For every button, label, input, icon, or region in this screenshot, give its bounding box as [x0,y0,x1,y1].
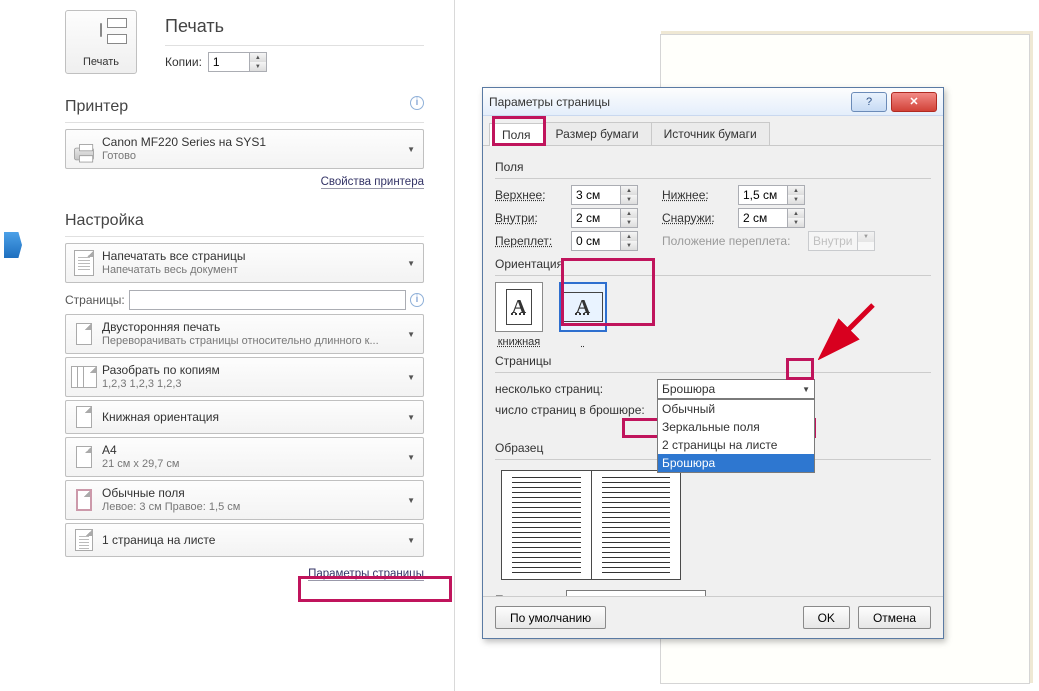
margins-icon [70,486,98,514]
chevron-down-icon: ▼ [403,330,419,339]
top-margin-label: Верхнее: [495,188,565,202]
multi-opt-booklet[interactable]: Брошюра [658,454,814,472]
bottom-margin-label: Нижнее: [662,188,732,202]
duplex-icon [70,320,98,348]
ok-button[interactable]: OK [803,606,850,629]
group-pages: Страницы [495,354,931,368]
backstage-bookmark [4,232,22,258]
tab-paper-size[interactable]: Размер бумаги [543,122,652,145]
multi-opt-normal[interactable]: Обычный [658,400,814,418]
printer-status-icon [70,135,98,163]
printer-info-icon[interactable]: i [410,96,424,110]
duplex-select[interactable]: Двусторонняя печать Переворачивать стран… [65,314,424,354]
collate-select[interactable]: Разобрать по копиям 1,2,3 1,2,3 1,2,3 ▼ [65,357,424,397]
multi-opt-mirror[interactable]: Зеркальные поля [658,418,814,436]
pages-label: Страницы: [65,293,125,307]
multi-pages-value: Брошюра [662,382,715,396]
chevron-down-icon: ▼ [403,373,419,382]
printer-name: Canon MF220 Series на SYS1 [102,135,403,149]
paper-icon [70,443,98,471]
multi-opt-two-per[interactable]: 2 страницы на листе [658,436,814,454]
chevron-down-icon: ▼ [403,413,419,422]
orientation-select[interactable]: Книжная ориентация ▼ [65,400,424,434]
paper-desc: 21 см x 29,7 см [102,457,403,471]
orientation-icon [70,403,98,431]
tab-fields[interactable]: Поля [489,123,544,146]
duplex-label: Двусторонняя печать [102,320,403,334]
printer-properties-link[interactable]: Свойства принтера [321,176,424,189]
copies-up[interactable]: ▲ [250,53,266,62]
group-margins: Поля [495,160,931,174]
collate-icon [70,363,98,391]
pages-per-sheet-label: 1 страница на листе [102,527,403,553]
chevron-down-icon: ▼ [802,385,810,394]
copies-stepper[interactable]: ▲ ▼ [208,52,267,72]
help-button[interactable]: ? [851,92,887,112]
page-setup-dialog: Параметры страницы ? ✕ Поля Размер бумаг… [482,87,944,639]
orientation-portrait[interactable]: A книжная [495,282,543,348]
gutter-pos-label: Положение переплета: [662,234,802,248]
print-range-desc: Напечатать весь документ [102,263,403,277]
print-backstage-pane: Печать Печать Копии: ▲ ▼ i Принтер [25,0,455,691]
dialog-titlebar[interactable]: Параметры страницы ? ✕ [483,88,943,116]
printer-heading: Принтер [65,98,424,116]
printer-status: Готово [102,149,403,163]
copies-down[interactable]: ▼ [250,62,266,71]
orientation-label: Книжная ориентация [102,404,403,430]
pages-info-icon[interactable]: i [410,293,424,307]
paper-label: A4 [102,443,403,457]
copies-input[interactable] [209,53,249,71]
print-button-label: Печать [83,56,119,68]
pages-per-sheet-select[interactable]: 1 страница на листе ▼ [65,523,424,557]
multi-pages-options: Обычный Зеркальные поля 2 страницы на ли… [657,399,815,473]
booklet-pages-label: число страниц в брошюре: [495,403,651,417]
paper-size-select[interactable]: A4 21 см x 29,7 см ▼ [65,437,424,477]
close-button[interactable]: ✕ [891,92,937,112]
margins-select[interactable]: Обычные поля Левое: 3 см Правое: 1,5 см … [65,480,424,520]
group-orientation: Ориентация [495,257,931,271]
print-range-select[interactable]: Напечатать все страницы Напечатать весь … [65,243,424,283]
outside-margin-label: Снаружи: [662,211,732,225]
chevron-down-icon: ▼ [403,145,419,154]
printer-icon [86,19,116,43]
dialog-footer: По умолчанию OK Отмена [483,596,943,638]
duplex-desc: Переворачивать страницы относительно дли… [102,334,403,348]
cancel-button[interactable]: Отмена [858,606,931,629]
page-setup-link[interactable]: Параметры страницы [308,568,424,581]
multi-pages-label: несколько страниц: [495,382,651,396]
tab-paper-source[interactable]: Источник бумаги [651,122,770,145]
pages-input[interactable] [129,290,406,310]
dialog-tabs: Поля Размер бумаги Источник бумаги [483,116,943,146]
margins-preview [501,470,681,580]
print-heading: Печать [165,16,424,37]
chevron-down-icon: ▼ [403,496,419,505]
print-range-label: Напечатать все страницы [102,249,403,263]
multi-pages-dropdown[interactable]: Брошюра▼ Обычный Зеркальные поля 2 стран… [657,379,815,399]
settings-heading: Настройка [65,212,424,230]
gutter-pos-select: ▼ [808,231,875,251]
bottom-margin-stepper[interactable]: ▲▼ [738,185,805,205]
pages-icon [70,249,98,277]
inside-margin-stepper[interactable]: ▲▼ [571,208,638,228]
margins-label: Обычные поля [102,486,403,500]
chevron-down-icon: ▼ [403,536,419,545]
dialog-title: Параметры страницы [489,95,847,109]
chevron-down-icon: ▼ [403,259,419,268]
print-button[interactable]: Печать [65,10,137,74]
outside-margin-stepper[interactable]: ▲▼ [738,208,805,228]
copies-label: Копии: [165,55,202,69]
printer-select[interactable]: Canon MF220 Series на SYS1 Готово ▼ [65,129,424,169]
inside-margin-label: Внутри: [495,211,565,225]
sheet-icon [70,526,98,554]
orientation-portrait-label: книжная [498,336,541,348]
top-margin-stepper[interactable]: ▲▼ [571,185,638,205]
gutter-label: Переплет: [495,234,565,248]
margins-desc: Левое: 3 см Правое: 1,5 см [102,500,403,514]
collate-label: Разобрать по копиям [102,363,403,377]
default-button[interactable]: По умолчанию [495,606,606,629]
orientation-landscape[interactable]: A [559,282,607,348]
gutter-stepper[interactable]: ▲▼ [571,231,638,251]
chevron-down-icon: ▼ [403,453,419,462]
collate-desc: 1,2,3 1,2,3 1,2,3 [102,377,403,391]
